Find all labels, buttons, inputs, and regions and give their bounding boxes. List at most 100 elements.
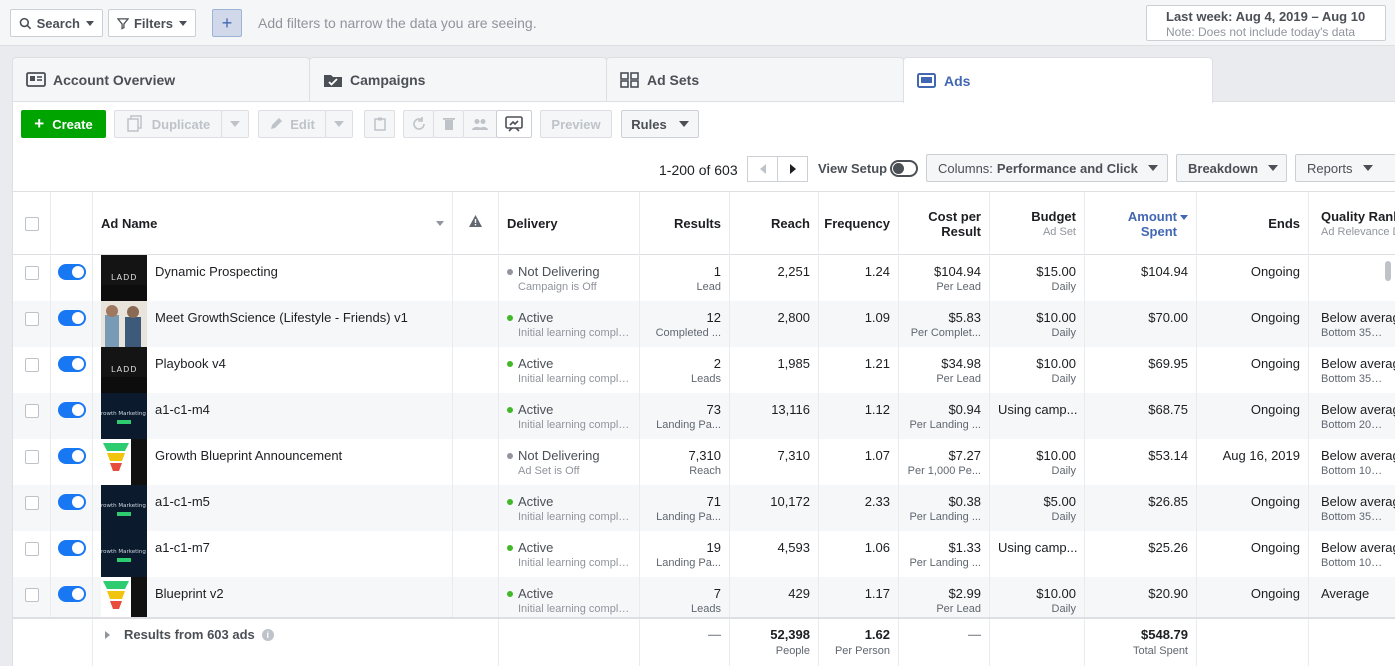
previous-page-button[interactable] <box>747 156 778 182</box>
column-amount-spent[interactable]: Amount Spent <box>1085 192 1197 255</box>
budget-cell[interactable]: $15.00 Daily <box>990 255 1085 301</box>
column-reach[interactable]: Reach <box>730 192 819 255</box>
edit-dropdown[interactable] <box>325 110 353 138</box>
add-filter-button[interactable]: + <box>212 9 242 37</box>
column-warning[interactable] <box>453 192 499 255</box>
next-page-button[interactable] <box>777 156 808 182</box>
table-row[interactable]: rowth Marketing Analy a1-c1-m4 Active Initi… <box>13 393 1395 439</box>
ad-on-off-toggle[interactable] <box>58 310 86 326</box>
ad-thumbnail[interactable]: LADD <box>101 255 147 301</box>
date-range-picker[interactable]: Last week: Aug 4, 2019 – Aug 10 Note: Do… <box>1146 5 1386 41</box>
edit-button[interactable]: Edit <box>258 110 326 138</box>
ad-name[interactable]: Dynamic Prospecting <box>155 264 278 279</box>
column-cost-per-result[interactable]: Cost per Result <box>899 192 990 255</box>
delete-button[interactable] <box>433 110 464 138</box>
archive-button[interactable] <box>364 110 395 138</box>
cpr-value: $34.98 <box>941 356 981 371</box>
table-row[interactable]: rowth Marketing Analy a1-c1-m7 Active Initi… <box>13 531 1395 577</box>
tab-ad-sets[interactable]: Ad Sets <box>606 57 904 102</box>
tab-ads[interactable]: Ads <box>903 57 1213 103</box>
budget-cell[interactable]: Using camp... <box>990 531 1085 577</box>
budget-cell[interactable]: $10.00 Daily <box>990 347 1085 393</box>
ad-on-off-toggle[interactable] <box>58 264 86 280</box>
ad-thumbnail[interactable]: LADD <box>101 347 147 393</box>
row-checkbox[interactable] <box>25 404 39 418</box>
reports-dropdown[interactable]: Reports <box>1295 154 1395 182</box>
create-button[interactable]: + Create <box>21 110 106 138</box>
ad-name-cell[interactable]: rowth Marketing Analy a1-c1-m4 <box>93 393 453 439</box>
cpr-cell: $0.94 Per Landing ... <box>899 393 990 439</box>
ad-name-cell[interactable]: rowth Marketing Analy a1-c1-m5 <box>93 485 453 531</box>
row-checkbox[interactable] <box>25 496 39 510</box>
column-results[interactable]: Results <box>640 192 730 255</box>
audience-button[interactable] <box>463 110 497 138</box>
column-quality[interactable]: Quality Ranking Ad Relevance Diagnostics <box>1309 192 1395 255</box>
duplicate-button[interactable]: Duplicate <box>114 110 222 138</box>
ad-name-cell[interactable]: rowth Marketing Analy a1-c1-m7 <box>93 531 453 577</box>
table-row[interactable]: Blueprint v2 Active Initial learning compl… <box>13 577 1395 617</box>
ad-thumbnail[interactable]: rowth Marketing Analy <box>101 531 147 577</box>
column-ends[interactable]: Ends <box>1197 192 1309 255</box>
table-row[interactable]: rowth Marketing Analy a1-c1-m5 Active Initi… <box>13 485 1395 531</box>
ad-thumbnail[interactable] <box>101 439 147 485</box>
ad-name[interactable]: a1-c1-m4 <box>155 402 210 417</box>
ad-thumbnail[interactable]: rowth Marketing Analy <box>101 393 147 439</box>
ad-on-off-toggle[interactable] <box>58 494 86 510</box>
warning-cell <box>453 255 499 301</box>
ad-thumbnail[interactable] <box>101 301 147 347</box>
select-all-checkbox[interactable] <box>24 216 39 231</box>
table-row[interactable]: Growth Blueprint Announcement Not Deliver… <box>13 439 1395 485</box>
ad-on-off-toggle[interactable] <box>58 540 86 556</box>
table-row[interactable]: LADD Playbook v4 Active Initial learning co… <box>13 347 1395 393</box>
ad-name[interactable]: a1-c1-m7 <box>155 540 210 555</box>
ad-name[interactable]: a1-c1-m5 <box>155 494 210 509</box>
budget-cell[interactable]: $5.00 Daily <box>990 485 1085 531</box>
table-row[interactable]: Meet GrowthScience (Lifestyle - Friends)… <box>13 301 1395 347</box>
ad-thumbnail[interactable]: rowth Marketing Analy <box>101 485 147 531</box>
budget-cell[interactable]: $10.00 Daily <box>990 439 1085 485</box>
ad-on-off-toggle[interactable] <box>58 586 86 602</box>
ad-name-cell[interactable]: LADD Dynamic Prospecting <box>93 255 453 301</box>
tab-account-overview[interactable]: Account Overview <box>12 57 310 102</box>
row-checkbox[interactable] <box>25 266 39 280</box>
row-checkbox[interactable] <box>25 312 39 326</box>
column-delivery[interactable]: Delivery <box>499 192 640 255</box>
restore-button[interactable] <box>403 110 434 138</box>
rules-button[interactable]: Rules <box>621 110 699 138</box>
view-setup-toggle[interactable] <box>890 160 918 177</box>
ad-thumbnail[interactable] <box>101 577 147 617</box>
budget-cell[interactable]: $10.00 Daily <box>990 577 1085 617</box>
ad-name-cell[interactable]: LADD Playbook v4 <box>93 347 453 393</box>
column-frequency[interactable]: Frequency <box>819 192 899 255</box>
tab-campaigns[interactable]: Campaigns <box>309 57 607 102</box>
budget-cell[interactable]: $10.00 Daily <box>990 301 1085 347</box>
row-checkbox[interactable] <box>25 450 39 464</box>
ad-name[interactable]: Playbook v4 <box>155 356 226 371</box>
breakdown-dropdown[interactable]: Breakdown <box>1176 154 1287 182</box>
table-row[interactable]: LADD Dynamic Prospecting Not Delivering Cam… <box>13 255 1395 301</box>
column-ad-name[interactable]: Ad Name <box>93 192 453 255</box>
ad-name[interactable]: Meet GrowthScience (Lifestyle - Friends)… <box>155 310 408 325</box>
vertical-scrollbar[interactable] <box>1385 261 1391 281</box>
expand-icon[interactable] <box>105 631 110 639</box>
row-checkbox[interactable] <box>25 588 39 602</box>
duplicate-dropdown[interactable] <box>221 110 249 138</box>
ad-name-cell[interactable]: Growth Blueprint Announcement <box>93 439 453 485</box>
filters-button[interactable]: Filters <box>108 9 196 37</box>
ad-name[interactable]: Growth Blueprint Announcement <box>155 448 342 463</box>
ad-on-off-toggle[interactable] <box>58 356 86 372</box>
ad-on-off-toggle[interactable] <box>58 402 86 418</box>
column-budget[interactable]: Budget Ad Set <box>990 192 1085 255</box>
ad-name[interactable]: Blueprint v2 <box>155 586 224 601</box>
ab-test-button[interactable] <box>496 110 532 138</box>
row-checkbox[interactable] <box>25 542 39 556</box>
info-icon[interactable]: i <box>261 629 274 641</box>
row-checkbox[interactable] <box>25 358 39 372</box>
search-button[interactable]: Search <box>10 9 103 37</box>
ad-name-cell[interactable]: Blueprint v2 <box>93 577 453 617</box>
budget-cell[interactable]: Using camp... <box>990 393 1085 439</box>
columns-dropdown[interactable]: Columns: Performance and Click <box>926 154 1168 182</box>
ad-name-cell[interactable]: Meet GrowthScience (Lifestyle - Friends)… <box>93 301 453 347</box>
ad-on-off-toggle[interactable] <box>58 448 86 464</box>
preview-button[interactable]: Preview <box>540 110 612 138</box>
